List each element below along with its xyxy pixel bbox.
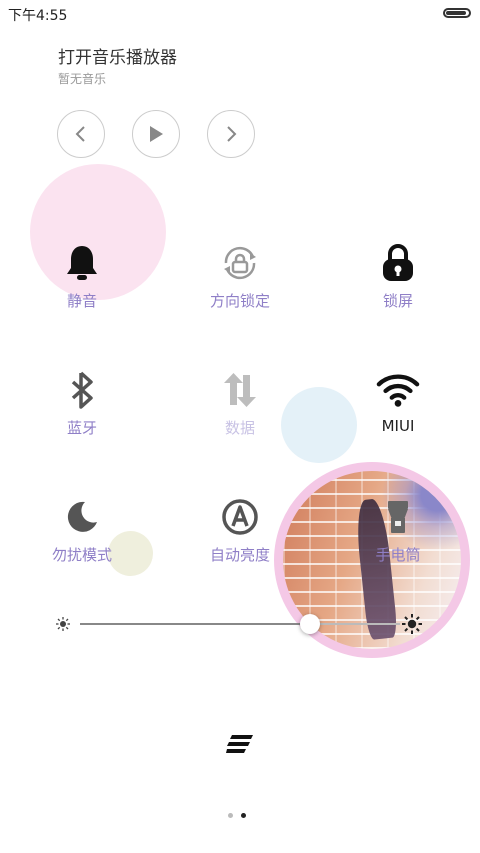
toggle-rotation-lock[interactable]: 方向锁定 (170, 241, 310, 321)
chevron-left-icon (75, 126, 85, 142)
bell-icon (60, 241, 104, 285)
moon-icon (60, 495, 104, 539)
toggle-label: 锁屏 (382, 292, 413, 310)
rotation-lock-icon (218, 241, 262, 285)
brightness-slider[interactable] (80, 623, 400, 625)
menu-icon[interactable] (226, 734, 254, 754)
data-transfer-icon (218, 368, 262, 412)
music-title[interactable]: 打开音乐播放器 (58, 43, 177, 68)
wifi-icon (376, 368, 420, 412)
next-track-button[interactable] (207, 110, 255, 158)
sun-small-icon (56, 617, 70, 631)
toggle-label: 蓝牙 (66, 419, 97, 437)
page-dot[interactable] (228, 813, 233, 818)
status-time: 下午4:55 (8, 8, 68, 24)
play-icon (150, 126, 163, 142)
toggle-label: 手电筒 (375, 546, 421, 564)
toggle-lock-screen[interactable]: 锁屏 (328, 241, 468, 321)
prev-track-button[interactable] (57, 110, 105, 158)
play-button[interactable] (132, 110, 180, 158)
toggle-auto-brightness[interactable]: 自动亮度 (170, 495, 310, 575)
toggle-label: 方向锁定 (209, 292, 270, 310)
chevron-right-icon (227, 126, 237, 142)
control-center: 下午4:55 打开音乐播放器 暂无音乐 静音 方向锁定 锁屏 蓝牙 数据 MIU… (0, 0, 480, 853)
music-subtitle: 暂无音乐 (58, 72, 107, 86)
toggle-label: 勿扰模式 (51, 546, 112, 564)
toggle-wifi[interactable]: MIUI (328, 368, 468, 448)
brightness-fill (80, 623, 311, 625)
page-indicator (228, 813, 246, 818)
toggle-label: 数据 (224, 419, 255, 437)
battery-level (446, 11, 466, 15)
toggle-flashlight[interactable]: 手电筒 (328, 495, 468, 575)
battery-icon (443, 8, 471, 18)
toggle-do-not-disturb[interactable]: 勿扰模式 (12, 495, 152, 575)
toggle-label: MIUI (381, 417, 415, 435)
toggle-data[interactable]: 数据 (170, 368, 310, 448)
auto-brightness-icon (218, 495, 262, 539)
sun-large-icon (402, 614, 422, 634)
bluetooth-icon (60, 368, 104, 412)
flashlight-icon (376, 495, 420, 539)
toggle-mute[interactable]: 静音 (12, 241, 152, 321)
toggle-bluetooth[interactable]: 蓝牙 (12, 368, 152, 448)
toggle-label: 静音 (66, 292, 97, 310)
toggle-label: 自动亮度 (209, 546, 270, 564)
page-dot-active[interactable] (241, 813, 246, 818)
padlock-icon (376, 241, 420, 285)
